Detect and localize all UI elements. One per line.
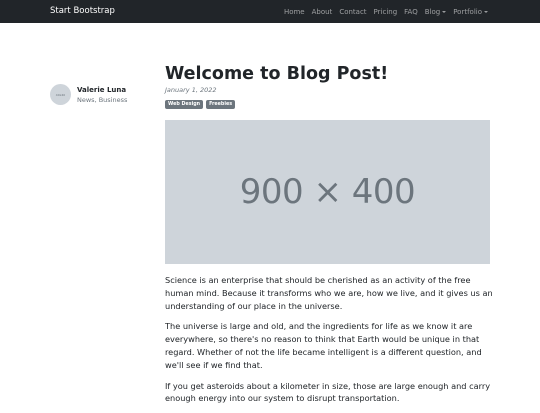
navbar: Start Bootstrap Home About Contact Prici… xyxy=(0,0,540,23)
nav-item-pricing[interactable]: Pricing xyxy=(374,8,398,16)
badge-web-design[interactable]: Web Design xyxy=(165,100,204,109)
post-date: January 1, 2022 xyxy=(165,86,217,94)
post-badges: Web Design Freebies xyxy=(165,100,238,109)
author-categories: News, Business xyxy=(77,96,128,104)
nav-label: Home xyxy=(283,7,305,16)
nav-label: Portfolio xyxy=(453,7,482,16)
author-name: Valerie Luna xyxy=(77,86,127,94)
nav-links: Home About Contact Pricing FAQ Blog Port… xyxy=(277,0,488,23)
nav-item-contact[interactable]: Contact xyxy=(339,8,366,16)
post-paragraph-3: If you get asteroids about a kilometer i… xyxy=(165,380,491,404)
caret-down-icon xyxy=(442,11,447,13)
image-placeholder-text: 900 × 400 xyxy=(239,172,416,212)
nav-label: Blog xyxy=(424,7,441,16)
post-paragraph-1: Science is an enterprise that should be … xyxy=(165,275,493,311)
nav-dropdown-blog[interactable]: Blog xyxy=(424,7,447,16)
post-paragraph-2: The universe is large and old, and the i… xyxy=(165,321,482,370)
nav-dropdown-portfolio[interactable]: Portfolio xyxy=(453,8,488,16)
nav-label: FAQ xyxy=(404,7,418,16)
hero-image-placeholder: 900 × 400 xyxy=(165,120,490,264)
nav-item-about[interactable]: About xyxy=(312,8,333,16)
nav-label: Contact xyxy=(339,7,367,16)
author-info: Valerie Luna News, Business xyxy=(77,85,127,105)
post-title: Welcome to Blog Post! xyxy=(165,64,389,84)
avatar: 40x40 xyxy=(50,84,71,105)
badge-freebies[interactable]: Freebies xyxy=(206,100,236,109)
nav-label: About xyxy=(311,7,333,16)
nav-item-home[interactable]: Home xyxy=(284,8,305,16)
post-body: Science is an enterprise that should be … xyxy=(165,274,495,413)
author-block: 40x40 Valerie Luna News, Business xyxy=(50,84,127,105)
caret-down-icon xyxy=(484,11,488,13)
nav-item-faq[interactable]: FAQ xyxy=(404,8,418,16)
avatar-placeholder-text: 40x40 xyxy=(55,92,66,97)
brand-link[interactable]: Start Bootstrap xyxy=(50,0,115,23)
nav-label: Pricing xyxy=(373,7,398,16)
